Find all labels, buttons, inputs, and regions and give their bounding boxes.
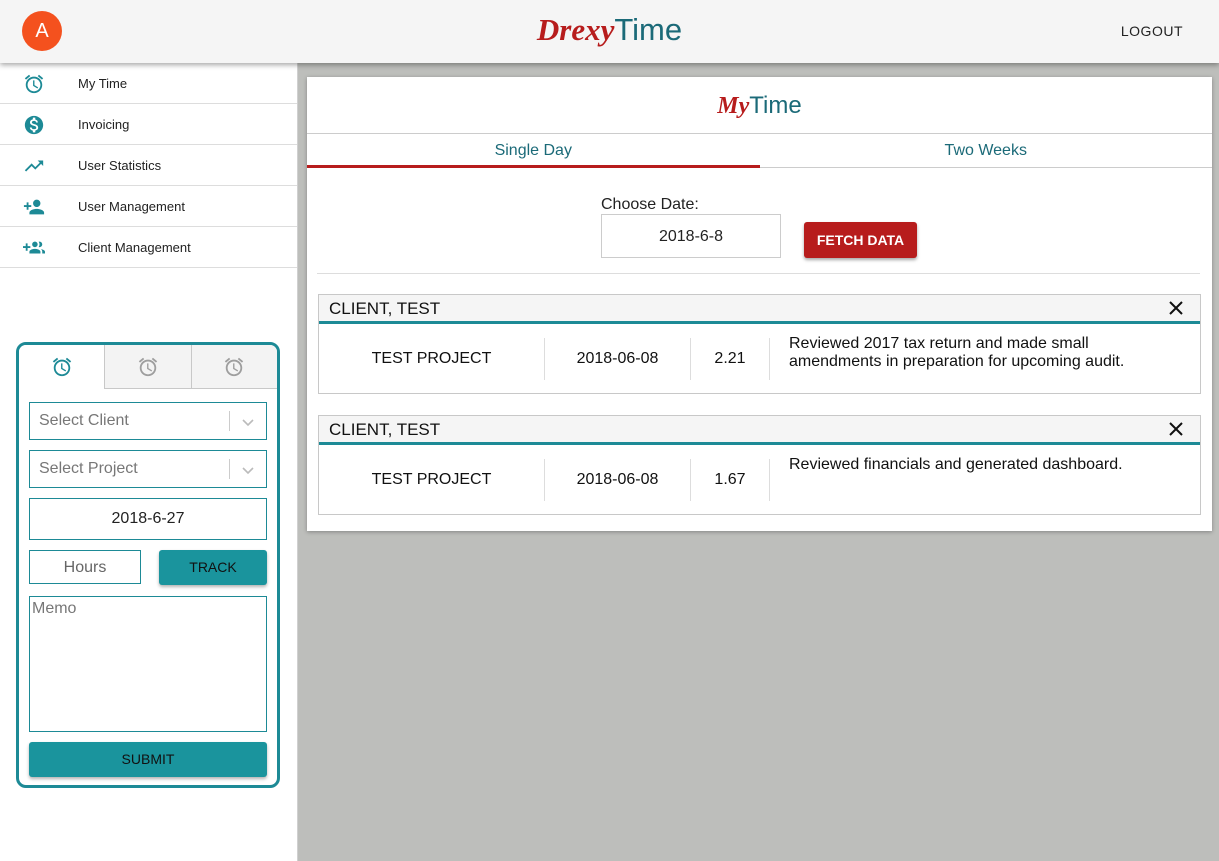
select-project-placeholder: Select Project (39, 460, 138, 477)
hours-input[interactable]: Hours (29, 550, 141, 584)
sidebar-item-label: User Management (78, 199, 185, 214)
entry-hours: 1.67 (691, 459, 770, 501)
time-entry-card: CLIENT, TEST TEST PROJECT 2018-06-08 2.2… (318, 294, 1201, 394)
entry-hours: 2.21 (691, 338, 770, 380)
sidebar-item-label: My Time (78, 76, 128, 91)
tracker-tab-2[interactable] (104, 345, 191, 389)
page-title: MyTime (307, 77, 1212, 134)
submit-button[interactable]: SUBMIT (29, 742, 267, 777)
entry-header: CLIENT, TEST (319, 416, 1200, 445)
sidebar-item-user-statistics[interactable]: User Statistics (0, 145, 297, 186)
brand-part-drexy: Drexy (536, 12, 615, 47)
trending-up-icon (24, 160, 44, 172)
close-icon[interactable] (1168, 421, 1184, 437)
app-header: A DrexyTime LOGOUT (0, 0, 1219, 63)
tracker-tabs (19, 345, 277, 389)
entry-project: TEST PROJECT (319, 459, 545, 501)
select-project-dropdown[interactable]: Select Project (29, 450, 267, 488)
dropdown-separator (229, 411, 230, 431)
alarm-clock-icon (138, 357, 158, 376)
sidebar-item-user-management[interactable]: User Management (0, 186, 297, 227)
title-part-time: Time (749, 92, 802, 119)
sidebar: My Time Invoicing User Statistics User M… (0, 63, 298, 861)
entry-project: TEST PROJECT (319, 338, 545, 380)
select-client-placeholder: Select Client (39, 412, 129, 429)
title-part-my: My (717, 93, 750, 119)
memo-textarea[interactable]: Memo (29, 596, 267, 732)
tab-single-day[interactable]: Single Day (307, 134, 760, 168)
entry-date: 2018-06-08 (545, 459, 691, 501)
sidebar-item-client-management[interactable]: Client Management (0, 227, 297, 268)
logout-button[interactable]: LOGOUT (1121, 23, 1183, 39)
divider (317, 273, 1200, 274)
sidebar-item-label: Invoicing (78, 117, 130, 132)
dropdown-separator (229, 459, 230, 479)
time-entry-card: CLIENT, TEST TEST PROJECT 2018-06-08 1.6… (318, 415, 1201, 515)
app-brand: DrexyTime (0, 12, 1219, 48)
select-client-dropdown[interactable]: Select Client (29, 402, 267, 440)
group-add-icon (23, 241, 45, 254)
alarm-clock-icon (24, 74, 44, 94)
alarm-clock-icon (52, 357, 71, 377)
entry-header: CLIENT, TEST (319, 295, 1200, 324)
entry-date: 2018-06-08 (545, 338, 691, 380)
tracker-tab-3[interactable] (190, 345, 277, 389)
sidebar-item-my-time[interactable]: My Time (0, 63, 297, 104)
chevron-down-icon (242, 419, 254, 427)
close-icon[interactable] (1168, 300, 1184, 316)
sidebar-item-invoicing[interactable]: Invoicing (0, 104, 297, 145)
tab-two-weeks[interactable]: Two Weeks (760, 134, 1213, 167)
sidebar-item-label: Client Management (78, 240, 191, 255)
tracker-date-input[interactable]: 2018-6-27 (29, 498, 267, 540)
choose-date-label: Choose Date: (601, 196, 699, 213)
choose-date-input[interactable]: 2018-6-8 (601, 214, 781, 258)
tracker-tab-1[interactable] (19, 345, 105, 389)
my-time-panel: MyTime Single Day Two Weeks Choose Date:… (307, 77, 1212, 531)
chevron-down-icon (242, 467, 254, 475)
entry-client-name: CLIENT, TEST (329, 420, 441, 439)
entry-memo: Reviewed 2017 tax return and made small … (789, 335, 1125, 370)
entry-memo: Reviewed financials and generated dashbo… (789, 456, 1123, 473)
sidebar-item-label: User Statistics (78, 158, 162, 173)
track-button[interactable]: TRACK (159, 550, 267, 585)
view-tabs: Single Day Two Weeks (307, 134, 1212, 168)
person-add-icon (23, 199, 45, 215)
entry-client-name: CLIENT, TEST (329, 299, 441, 318)
alarm-clock-icon (225, 357, 244, 376)
time-tracker-card: Select Client Select Project 2018-6-27 H… (16, 342, 280, 788)
brand-part-time: Time (614, 12, 683, 47)
dollar-circle-icon (24, 115, 44, 135)
fetch-data-button[interactable]: FETCH DATA (804, 222, 917, 258)
